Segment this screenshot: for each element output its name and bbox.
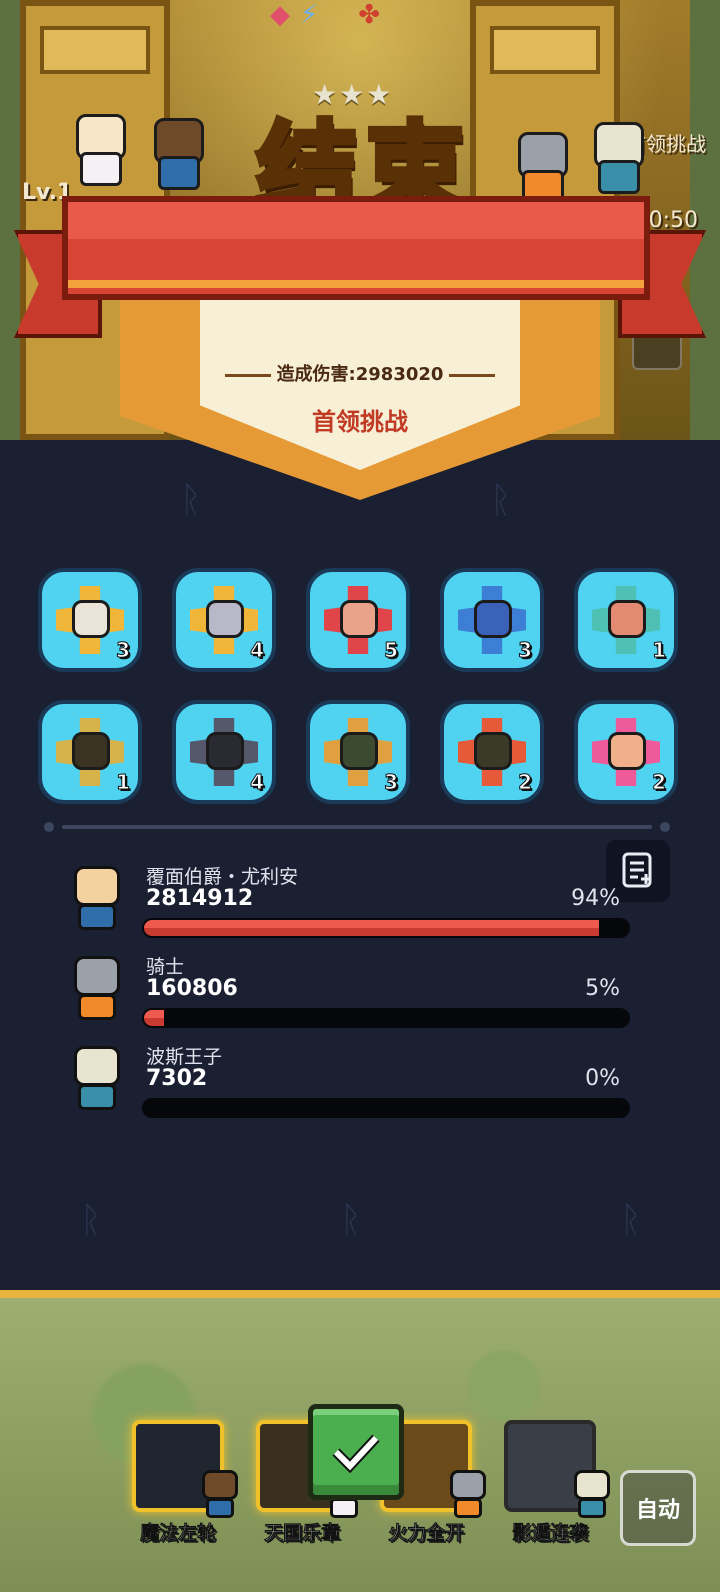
damage-row: 覆面伯爵・尤利安 2814912 94% xyxy=(60,862,640,942)
hero-level: 3 xyxy=(384,770,399,795)
damage-value: 2814912 xyxy=(146,886,254,911)
damage-value: 160806 xyxy=(146,976,238,1001)
hero-slot[interactable]: 5 xyxy=(306,568,410,672)
hero-slot[interactable]: 1 xyxy=(38,700,142,804)
damage-percent: 5% xyxy=(585,976,620,1001)
checkmark-icon xyxy=(332,1434,380,1474)
damage-bar xyxy=(142,1008,630,1028)
hero-level: 4 xyxy=(250,770,265,795)
hero-level: 5 xyxy=(384,638,399,663)
total-damage-text: 造成伤害:2983020 xyxy=(276,364,444,385)
background-pattern: ᚱ xyxy=(620,1200,642,1241)
battle-timer: 0:50 xyxy=(648,208,698,233)
angel-hero-sprite xyxy=(66,114,130,186)
hero-level: 2 xyxy=(652,770,667,795)
damage-row: 骑士 160806 5% xyxy=(60,952,640,1032)
hero-level: 1 xyxy=(116,770,131,795)
background-pattern: ᚱ xyxy=(180,480,202,521)
skill-label: 天国乐章 xyxy=(263,1522,341,1545)
damage-value: 7302 xyxy=(146,1066,208,1091)
hero-portrait xyxy=(608,732,646,770)
skill-label: 火力全开 xyxy=(387,1522,465,1545)
hero-portrait xyxy=(206,600,244,638)
damage-row: 波斯王子 7302 0% xyxy=(60,1042,640,1122)
divider-rule-right xyxy=(449,373,496,377)
hero-slot[interactable]: 1 xyxy=(574,568,678,672)
background-pattern: ᚱ xyxy=(80,1200,102,1241)
hero-level: 3 xyxy=(518,638,533,663)
hero-name: 覆面伯爵・尤利安 xyxy=(146,866,299,888)
hero-portrait xyxy=(474,732,512,770)
divider-rule-left xyxy=(224,373,271,377)
auto-button[interactable]: 自动 xyxy=(620,1470,696,1546)
total-damage: 造成伤害:2983020 xyxy=(210,360,510,386)
red-banner xyxy=(62,196,650,300)
hero-name: 骑士 xyxy=(146,956,185,978)
skill-hero-sprite xyxy=(198,1470,244,1522)
hero-slot[interactable]: 3 xyxy=(38,568,142,672)
hero-level: 1 xyxy=(652,638,667,663)
gem-icon: ◆ xyxy=(270,0,290,30)
prince-sprite xyxy=(584,122,648,194)
hero-avatar xyxy=(60,1042,134,1116)
confirm-button[interactable] xyxy=(308,1404,404,1500)
damage-percent: 94% xyxy=(571,886,620,911)
skill-label: 魔法左轮 xyxy=(139,1522,217,1545)
hero-avatar xyxy=(60,952,134,1026)
hero-roster-grid: 3 4 5 3 1 1 4 3 2 2 xyxy=(38,568,678,804)
hero-name: 波斯王子 xyxy=(146,1046,223,1068)
knight-sprite xyxy=(508,132,572,204)
hero-slot[interactable]: 2 xyxy=(440,700,544,804)
masked-count-sprite xyxy=(144,118,208,190)
hero-portrait xyxy=(206,732,244,770)
lightning-icon: ⚡ xyxy=(300,0,319,30)
background-pattern: ᚱ xyxy=(490,480,512,521)
hero-level: 3 xyxy=(116,638,131,663)
skill-hero-sprite xyxy=(446,1470,492,1522)
hero-slot[interactable]: 3 xyxy=(440,568,544,672)
hero-portrait xyxy=(608,600,646,638)
hero-portrait xyxy=(340,600,378,638)
hero-portrait xyxy=(72,732,110,770)
damage-bar xyxy=(142,1098,630,1118)
hero-level: 4 xyxy=(250,638,265,663)
skill-hero-sprite xyxy=(570,1470,616,1522)
hero-slot[interactable]: 2 xyxy=(574,700,678,804)
boss-icon xyxy=(636,384,682,430)
hero-level: 2 xyxy=(518,770,533,795)
top-effect-icons: ◆ ⚡ ✤ xyxy=(270,0,380,30)
battle-mode-label: 首领挑战 xyxy=(312,408,408,436)
hero-avatar xyxy=(60,862,134,936)
hero-slot[interactable]: 4 xyxy=(172,568,276,672)
section-divider xyxy=(44,822,670,832)
hero-portrait xyxy=(474,600,512,638)
damage-bar-fill xyxy=(142,1008,167,1028)
hero-portrait xyxy=(72,600,110,638)
damage-bar-fill xyxy=(142,918,601,938)
skill-label: 影遁连袭 xyxy=(511,1522,589,1545)
hero-portrait xyxy=(340,732,378,770)
hero-slot[interactable]: 3 xyxy=(306,700,410,804)
background-pattern: ᚱ xyxy=(340,1200,362,1241)
hero-slot[interactable]: 4 xyxy=(172,700,276,804)
clover-icon: ✤ xyxy=(358,0,381,30)
damage-percent: 0% xyxy=(585,1066,620,1091)
damage-bar xyxy=(142,918,630,938)
